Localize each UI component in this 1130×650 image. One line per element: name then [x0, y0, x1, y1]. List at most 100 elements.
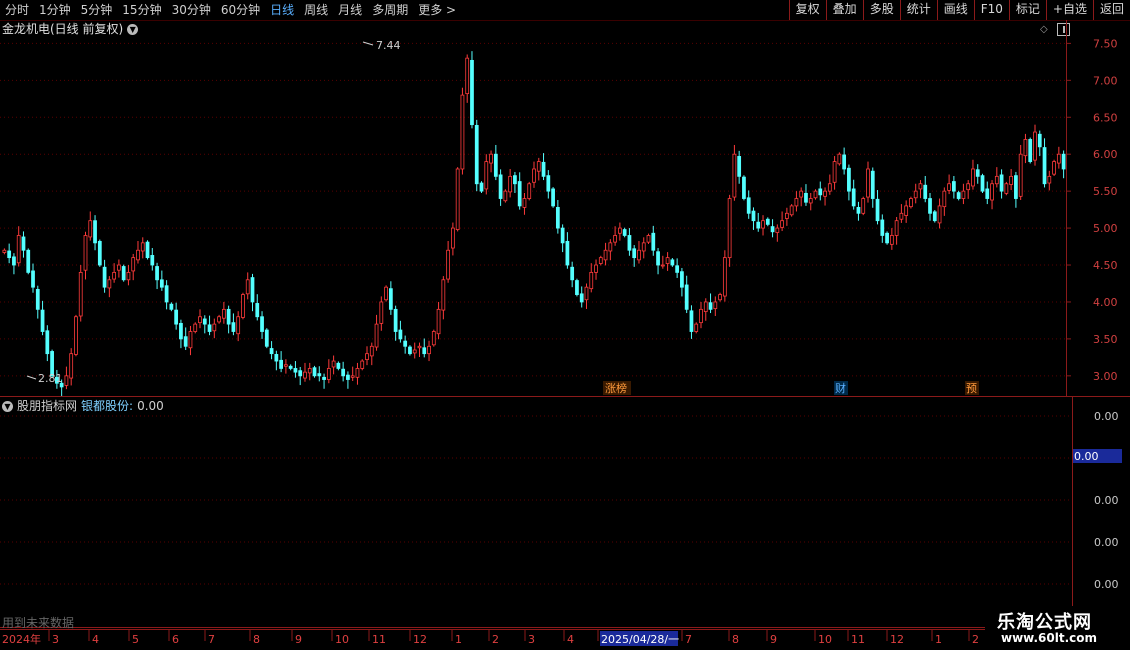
- tab-30min[interactable]: 30分钟: [167, 0, 216, 20]
- candle-body: [818, 188, 823, 196]
- month-label: 9: [770, 633, 777, 646]
- candle-body: [875, 198, 880, 222]
- overlay-button[interactable]: 叠加: [825, 0, 863, 20]
- brand-url: www.60lt.com: [1001, 631, 1098, 645]
- candle-body: [990, 183, 994, 201]
- tab-1min[interactable]: 1分钟: [34, 0, 76, 20]
- tab-weekly[interactable]: 周线: [299, 0, 333, 20]
- month-label: 9: [295, 633, 302, 646]
- action-buttons: 复权 叠加 多股 统计 画线 F10 标记 +自选 返回: [788, 0, 1130, 20]
- statistics-button[interactable]: 统计: [899, 0, 937, 20]
- tab-60min[interactable]: 60分钟: [216, 0, 265, 20]
- candle-body: [808, 198, 813, 204]
- candle-body: [689, 310, 694, 332]
- candle-body: [112, 272, 117, 280]
- candle-body: [713, 301, 718, 310]
- candle-body: [1061, 153, 1066, 170]
- candle-body: [961, 190, 966, 199]
- candle-body: [446, 249, 450, 280]
- mark-button[interactable]: 标记: [1008, 0, 1046, 20]
- add-watchlist-button[interactable]: +自选: [1045, 0, 1093, 20]
- candle-body: [393, 308, 398, 332]
- candle-body: [150, 255, 155, 266]
- candle-body: [7, 250, 12, 259]
- candle-body: [145, 241, 150, 259]
- f10-button[interactable]: F10: [973, 0, 1009, 20]
- brand-watermark: 乐淘公式网 www.60lt.com: [985, 606, 1130, 650]
- candle-body: [207, 324, 212, 332]
- draw-line-button[interactable]: 画线: [936, 0, 974, 20]
- candle-body: [813, 190, 818, 199]
- candle-body: [379, 301, 384, 324]
- candle-body: [1018, 153, 1023, 197]
- event-markers: 涨榜 财 预: [603, 381, 979, 395]
- period-tabs: 分时 1分钟 5分钟 15分钟 30分钟 60分钟 日线 周线 月线 多周期 更…: [0, 0, 461, 20]
- candle-body: [326, 368, 331, 380]
- candlestick-chart: 7.50 7.00 6.50 6.00 5.50 5.00 4.50 4.00 3.50 3.00…: [0, 20, 1118, 397]
- candle-body: [775, 227, 780, 233]
- candle-body: [412, 349, 417, 354]
- candle-body: [513, 175, 517, 185]
- candle-body: [474, 124, 479, 185]
- candle-body: [880, 219, 885, 236]
- candle-body: [298, 370, 303, 377]
- candle-body: [670, 259, 675, 266]
- tab-more[interactable]: 更多 >: [413, 0, 461, 20]
- candle-body: [770, 226, 775, 233]
- tab-5min[interactable]: 5分钟: [76, 0, 118, 20]
- candle-body: [551, 188, 555, 207]
- tab-monthly[interactable]: 月线: [333, 0, 367, 20]
- candle-body: [322, 376, 326, 380]
- month-label: 6: [172, 633, 179, 646]
- candle-body: [565, 240, 570, 266]
- candle-body: [451, 227, 455, 249]
- candle-body: [827, 183, 832, 192]
- candle-body: [536, 161, 541, 172]
- back-button[interactable]: 返回: [1092, 0, 1130, 20]
- candle-body: [789, 205, 794, 216]
- ind-current: 0.00: [1074, 450, 1099, 463]
- month-label: 4: [92, 633, 99, 646]
- candle-body: [641, 242, 646, 252]
- month-label: 12: [890, 633, 904, 646]
- candle-body: [589, 272, 594, 290]
- candle-body: [360, 360, 365, 369]
- candle-body: [832, 161, 837, 183]
- candle-body: [441, 279, 446, 311]
- candle-body: [918, 183, 923, 190]
- month-label: 4: [567, 633, 574, 646]
- candle-body: [632, 248, 637, 259]
- tab-multi-period[interactable]: 多周期: [367, 0, 413, 20]
- y-tick-label: 7.50: [1093, 37, 1118, 50]
- candle-body: [174, 309, 179, 325]
- candle-body: [489, 153, 493, 164]
- adjust-price-button[interactable]: 复权: [788, 0, 826, 20]
- candle-body: [575, 280, 579, 295]
- multi-stock-button[interactable]: 多股: [862, 0, 900, 20]
- candle-body: [12, 256, 16, 266]
- candle-body: [899, 212, 904, 220]
- candle-body: [465, 57, 470, 95]
- candle-body: [117, 264, 121, 271]
- candle-body: [598, 257, 603, 264]
- candle-body: [703, 301, 708, 312]
- event-zhangbang[interactable]: 涨榜: [605, 381, 627, 395]
- candle-body: [498, 174, 503, 199]
- candle-body: [45, 330, 50, 355]
- candle-body: [255, 303, 260, 318]
- y-tick-label: 7.00: [1093, 74, 1118, 87]
- event-finance[interactable]: 财: [835, 381, 846, 395]
- candle-body: [2, 249, 7, 253]
- candle-body: [555, 206, 560, 229]
- candle-body: [284, 364, 288, 367]
- tab-15min[interactable]: 15分钟: [117, 0, 166, 20]
- candle-body: [341, 368, 346, 377]
- tab-fenshi[interactable]: 分时: [0, 0, 34, 20]
- candle-body: [350, 375, 355, 378]
- tab-daily[interactable]: 日线: [265, 0, 299, 20]
- event-forecast[interactable]: 预: [966, 382, 977, 395]
- candle-body: [226, 308, 231, 325]
- candle-body: [21, 236, 26, 251]
- month-label: 10: [335, 633, 349, 646]
- candle-body: [909, 198, 913, 208]
